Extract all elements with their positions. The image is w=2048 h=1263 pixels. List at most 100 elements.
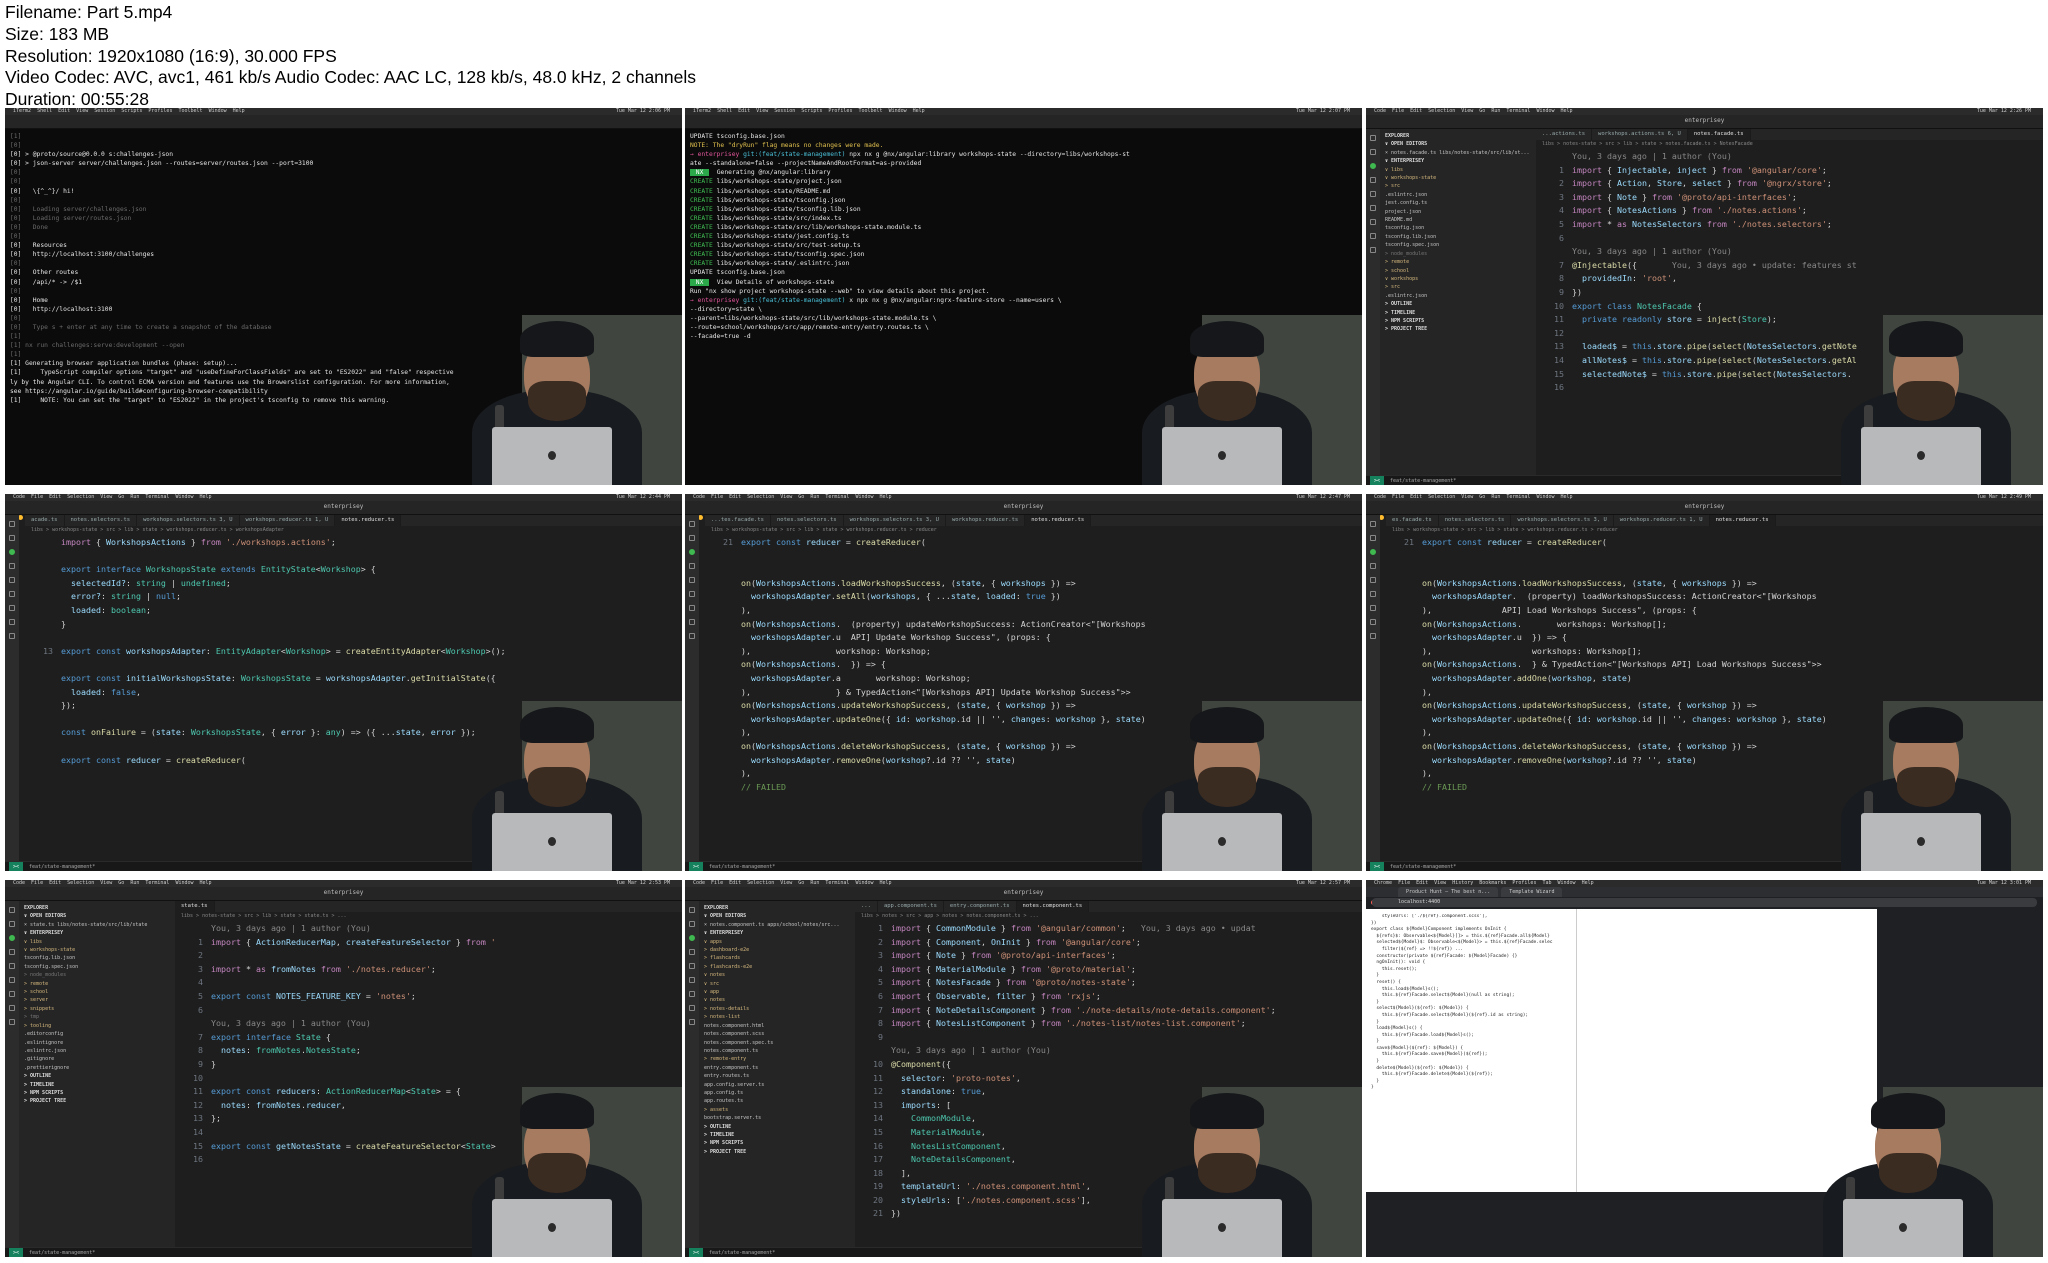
menu-item[interactable]: View xyxy=(756,108,768,114)
remote-icon[interactable] xyxy=(9,977,15,983)
menu-item[interactable]: View xyxy=(780,880,792,886)
menu-item[interactable]: Help xyxy=(200,494,212,500)
menu-item[interactable]: Edit xyxy=(729,880,741,886)
explorer-item[interactable]: > TIMELINE xyxy=(704,1131,855,1139)
menu-item[interactable]: Window xyxy=(1536,108,1554,114)
explorer-item[interactable]: > NPM SCRIPTS xyxy=(704,1139,855,1147)
menu-item[interactable]: Toolbelt xyxy=(178,108,202,114)
explorer-item[interactable]: > node_modules xyxy=(1385,250,1536,258)
explorer-item[interactable]: > NPM SCRIPTS xyxy=(1385,317,1536,325)
source-control-icon[interactable] xyxy=(689,935,695,941)
extensions-icon[interactable] xyxy=(9,963,15,969)
explorer-item[interactable]: ∨ ENTERPRISEY xyxy=(704,929,855,937)
menu-item[interactable]: Bookmarks xyxy=(1479,880,1506,886)
editor-tab[interactable]: workshops.selectors.ts 3, U xyxy=(844,515,946,526)
menu-item[interactable]: Selection xyxy=(67,494,94,500)
menu-item[interactable]: Shell xyxy=(717,108,732,114)
menu-item[interactable]: Run xyxy=(130,494,139,500)
menu-item[interactable]: Go xyxy=(118,880,124,886)
source-control-icon[interactable] xyxy=(9,935,15,941)
menu-item[interactable]: Code xyxy=(693,494,705,500)
explorer-item[interactable]: > school xyxy=(24,988,175,996)
remote-icon[interactable] xyxy=(9,591,15,597)
run-debug-icon[interactable] xyxy=(9,563,15,569)
menu-item[interactable]: Selection xyxy=(1428,108,1455,114)
explorer-item[interactable]: notes.component.scss xyxy=(704,1030,855,1038)
explorer-item[interactable]: tsconfig.lib.json xyxy=(1385,233,1536,241)
source-control-icon[interactable] xyxy=(1370,163,1376,169)
explorer-item[interactable]: × notes.facade.ts libs/notes-state/src/l… xyxy=(1385,149,1536,157)
remote-icon[interactable] xyxy=(1370,591,1376,597)
search-icon[interactable] xyxy=(9,921,15,927)
explorer-item[interactable]: > OUTLINE xyxy=(24,1072,175,1080)
menu-item[interactable]: Code xyxy=(693,880,705,886)
account-icon[interactable] xyxy=(9,1005,15,1011)
editor-tab[interactable]: notes.reducer.ts xyxy=(1709,515,1776,526)
explorer-item[interactable]: notes.component.spec.ts xyxy=(704,1039,855,1047)
menu-item[interactable]: Help xyxy=(233,108,245,114)
browser-tab[interactable]: Product Hunt – The best n... xyxy=(1398,887,1499,897)
explorer-item[interactable]: > OUTLINE xyxy=(704,1123,855,1131)
explorer-item[interactable]: > assets xyxy=(704,1106,855,1114)
explorer-item[interactable]: ∨ app xyxy=(704,988,855,996)
explorer-item[interactable]: ∨ libs xyxy=(24,938,175,946)
account-icon[interactable] xyxy=(1370,233,1376,239)
explorer-item[interactable]: > TIMELINE xyxy=(1385,309,1536,317)
menu-item[interactable]: Code xyxy=(1374,494,1386,500)
menu-item[interactable]: View xyxy=(76,108,88,114)
menu-item[interactable]: Edit xyxy=(729,494,741,500)
explorer-item[interactable]: ∨ workshops-state xyxy=(24,946,175,954)
test-icon[interactable] xyxy=(9,605,15,611)
menu-item[interactable]: Session xyxy=(774,108,795,114)
explorer-item[interactable]: bootstrap.server.ts xyxy=(704,1114,855,1122)
editor-tab[interactable]: acade.ts xyxy=(25,515,65,526)
editor-tab[interactable]: entry.component.ts xyxy=(944,901,1017,912)
remote-indicator[interactable]: >< xyxy=(689,862,704,871)
menu-item[interactable]: File xyxy=(711,880,723,886)
explorer-item[interactable]: EXPLORER xyxy=(1385,132,1536,140)
explorer-item[interactable]: > server xyxy=(24,996,175,1004)
gear-icon[interactable] xyxy=(9,1019,15,1025)
menu-item[interactable]: Window xyxy=(855,880,873,886)
menu-item[interactable]: Chrome xyxy=(1374,880,1392,886)
menu-item[interactable]: Profiles xyxy=(148,108,172,114)
editor-tab[interactable]: notes.facade.ts xyxy=(1687,129,1751,140)
gear-icon[interactable] xyxy=(689,1019,695,1025)
menu-item[interactable]: Terminal xyxy=(145,880,169,886)
menu-item[interactable]: Help xyxy=(913,108,925,114)
explorer-item[interactable]: notes.component.ts xyxy=(704,1047,855,1055)
explorer-item[interactable]: ∨ workshops xyxy=(1385,275,1536,283)
menu-item[interactable]: Selection xyxy=(747,494,774,500)
test-icon[interactable] xyxy=(1370,219,1376,225)
explorer-item[interactable]: tsconfig.json xyxy=(1385,224,1536,232)
menu-item[interactable]: Code xyxy=(1374,108,1386,114)
menu-item[interactable]: Edit xyxy=(49,880,61,886)
git-branch[interactable]: feat/state-management* xyxy=(29,1250,95,1256)
menu-item[interactable]: Edit xyxy=(1410,108,1422,114)
git-branch[interactable]: feat/state-management* xyxy=(1390,478,1456,484)
menu-item[interactable]: Tab xyxy=(1542,880,1551,886)
menu-item[interactable]: Edit xyxy=(58,108,70,114)
editor-tab[interactable]: notes.component.ts xyxy=(1016,901,1090,912)
remote-indicator[interactable]: >< xyxy=(1370,476,1385,485)
gear-icon[interactable] xyxy=(1370,247,1376,253)
menu-item[interactable]: View xyxy=(100,494,112,500)
menu-item[interactable]: iTerm2 xyxy=(693,108,711,114)
menu-item[interactable]: Shell xyxy=(37,108,52,114)
explorer-item[interactable]: > src xyxy=(1385,182,1536,190)
editor-tab[interactable]: ... xyxy=(855,901,878,912)
address-bar[interactable]: localhost:4400 xyxy=(1372,898,2037,907)
explorer-item[interactable]: .gitignore xyxy=(24,1055,175,1063)
editor-tab[interactable]: workshops.reducer.ts xyxy=(946,515,1026,526)
explorer-item[interactable]: .eslintrc.json xyxy=(24,1047,175,1055)
git-branch[interactable]: feat/state-management* xyxy=(29,864,95,870)
menu-item[interactable]: Code xyxy=(13,880,25,886)
editor-tab[interactable]: notes.reducer.ts xyxy=(335,515,402,526)
account-icon[interactable] xyxy=(689,1005,695,1011)
menu-item[interactable]: File xyxy=(1398,880,1410,886)
explorer-item[interactable]: tsconfig.lib.json xyxy=(24,954,175,962)
editor-tab[interactable]: workshops.selectors.ts 3, U xyxy=(137,515,240,526)
menu-item[interactable]: View xyxy=(1434,880,1446,886)
explorer-item[interactable]: app.config.server.ts xyxy=(704,1081,855,1089)
account-icon[interactable] xyxy=(1370,619,1376,625)
